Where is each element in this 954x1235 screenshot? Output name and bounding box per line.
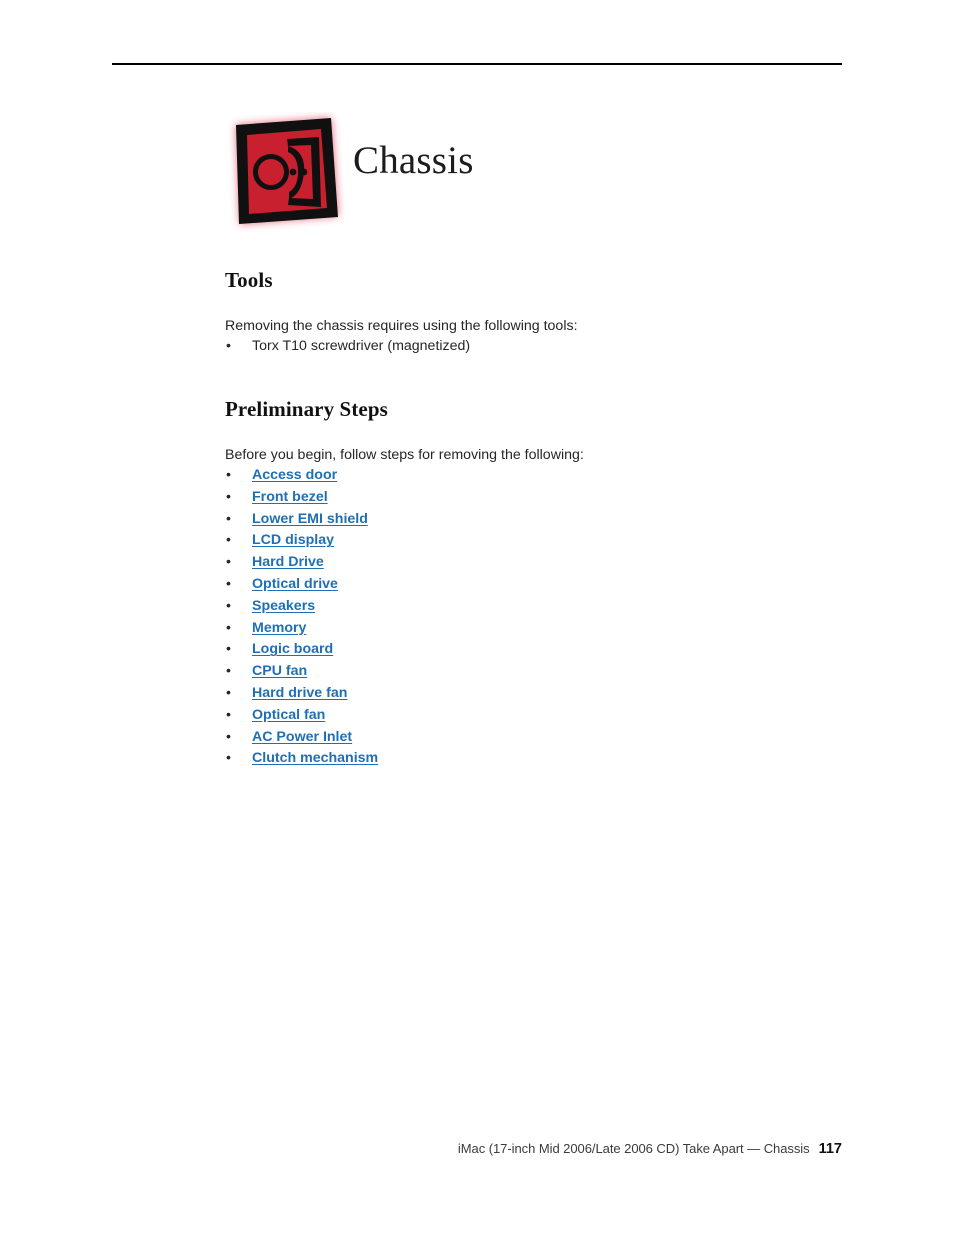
list-item: • Access door: [225, 465, 845, 487]
bullet-icon: •: [226, 728, 231, 745]
list-item: • LCD display: [225, 530, 845, 552]
tools-list-item-label: Torx T10 screwdriver (magnetized): [252, 338, 471, 354]
link-speakers[interactable]: Speakers: [252, 598, 315, 614]
list-item: • Lower EMI shield: [225, 509, 845, 531]
link-access-door[interactable]: Access door: [252, 467, 337, 483]
link-clutch-mechanism[interactable]: Clutch mechanism: [252, 750, 378, 766]
page-footer: iMac (17-inch Mid 2006/Late 2006 CD) Tak…: [0, 1141, 842, 1157]
list-item: • CPU fan: [225, 661, 845, 683]
chapter-header: Chassis: [225, 112, 865, 237]
preliminary-steps-list: • Access door • Front bezel • Lower EMI …: [225, 465, 845, 770]
list-item: • Front bezel: [225, 487, 845, 509]
preliminary-steps-intro-text: Before you begin, follow steps for remov…: [225, 447, 584, 463]
link-hard-drive[interactable]: Hard Drive: [252, 554, 324, 570]
link-front-bezel[interactable]: Front bezel: [252, 489, 328, 505]
link-memory[interactable]: Memory: [252, 620, 306, 636]
link-logic-board[interactable]: Logic board: [252, 641, 333, 657]
section-heading-preliminary-steps: Preliminary Steps: [225, 397, 388, 421]
link-ac-power-inlet[interactable]: AC Power Inlet: [252, 729, 352, 745]
bullet-icon: •: [226, 575, 231, 592]
main-content: Tools Removing the chassis requires usin…: [225, 268, 845, 770]
bullet-icon: •: [226, 510, 231, 527]
list-item: • Optical fan: [225, 705, 845, 727]
bullet-icon: •: [226, 619, 231, 636]
list-item: • Hard Drive: [225, 552, 845, 574]
bullet-icon: •: [226, 532, 231, 549]
header-rule: [112, 63, 842, 65]
section-heading-tools: Tools: [225, 268, 273, 292]
link-lower-emi-shield[interactable]: Lower EMI shield: [252, 511, 368, 527]
list-item: • Hard drive fan: [225, 683, 845, 705]
chassis-chapter-icon: [225, 112, 345, 232]
list-item: • Clutch mechanism: [225, 748, 845, 770]
bullet-icon: •: [226, 684, 231, 701]
tools-intro-text: Removing the chassis requires using the …: [225, 318, 578, 334]
bullet-icon: •: [226, 641, 231, 658]
bullet-icon: •: [226, 467, 231, 483]
bullet-icon: •: [226, 338, 231, 354]
footer-document-title: iMac (17-inch Mid 2006/Late 2006 CD) Tak…: [457, 1141, 810, 1156]
bullet-icon: •: [226, 663, 231, 680]
link-lcd-display[interactable]: LCD display: [252, 532, 334, 548]
bullet-icon: •: [226, 750, 231, 767]
page-title: Chassis: [353, 139, 474, 182]
list-item: • Optical drive: [225, 574, 845, 596]
bullet-icon: •: [226, 706, 231, 723]
bullet-icon: •: [226, 597, 231, 614]
link-cpu-fan[interactable]: CPU fan: [252, 663, 307, 679]
link-optical-fan[interactable]: Optical fan: [252, 707, 325, 723]
list-item: • AC Power Inlet: [225, 727, 845, 749]
tools-list: • Torx T10 screwdriver (magnetized): [225, 336, 845, 357]
list-item: • Torx T10 screwdriver (magnetized): [225, 336, 845, 357]
list-item: • Speakers: [225, 596, 845, 618]
page-number: 117: [818, 1141, 842, 1157]
list-item: • Memory: [225, 618, 845, 640]
link-hard-drive-fan[interactable]: Hard drive fan: [252, 685, 347, 701]
bullet-icon: •: [226, 554, 231, 571]
list-item: • Logic board: [225, 639, 845, 661]
link-optical-drive[interactable]: Optical drive: [252, 576, 338, 592]
bullet-icon: •: [226, 488, 231, 505]
